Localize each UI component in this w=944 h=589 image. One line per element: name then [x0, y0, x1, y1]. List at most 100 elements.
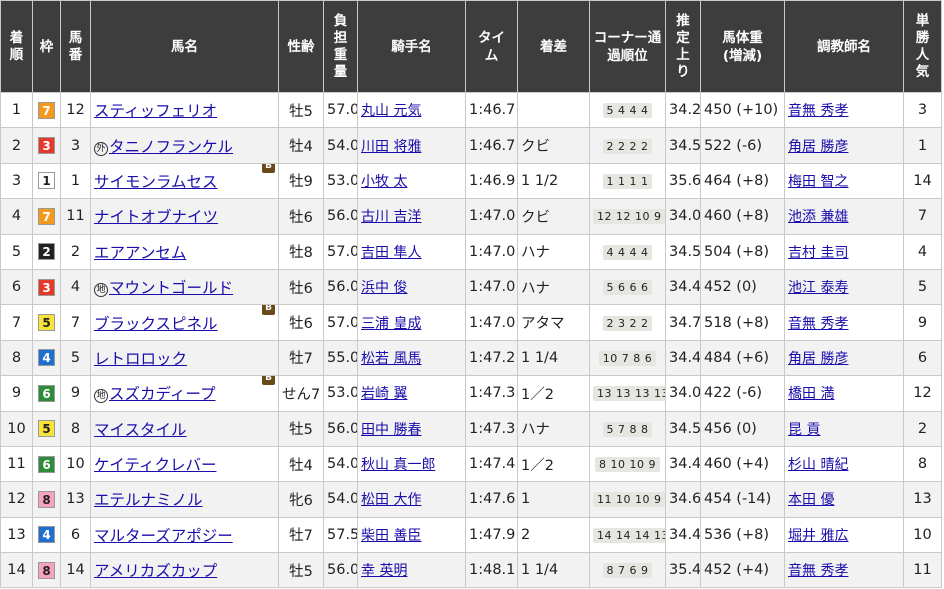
jockey-link[interactable]: 秋山 真一郎 [361, 457, 435, 473]
agari-cell: 34.6 [665, 481, 701, 518]
jockey-link[interactable]: 吉田 隼人 [361, 245, 421, 261]
popularity-cell: 12 [903, 375, 942, 412]
trainer-link[interactable]: 池江 泰寿 [788, 280, 848, 296]
jockey-link[interactable]: 松田 大作 [361, 492, 421, 508]
jockey-link[interactable]: 丸山 元気 [361, 103, 421, 119]
header-chakusa[interactable]: 着差 [517, 0, 590, 93]
jockey-link[interactable]: 浜中 俊 [361, 280, 407, 296]
horse-link[interactable]: エテルナミノル [94, 491, 203, 509]
header-waku[interactable]: 枠 [32, 0, 61, 93]
header-umaban[interactable]: 馬番 [60, 0, 91, 93]
margin-cell: 1 1/2 [517, 162, 590, 200]
umaban-cell: 14 [60, 552, 91, 589]
trainer-link[interactable]: 梅田 智之 [788, 174, 848, 190]
corner-badge: 5 6 6 6 [602, 280, 653, 296]
trainer-link[interactable]: 堀井 雅広 [788, 528, 848, 544]
horse-link[interactable]: ケイティクレバー [94, 456, 216, 474]
horse-link[interactable]: レトロロック [94, 350, 187, 368]
horse-link[interactable]: エアアンセム [94, 244, 186, 262]
corner-badge: 13 13 13 13 [593, 386, 665, 402]
agari-cell: 34.0 [665, 375, 701, 412]
header-time[interactable]: タイム [465, 0, 518, 93]
horse-link[interactable]: サイモンラムセス [94, 173, 218, 191]
time-cell: 1:47.6 [465, 481, 518, 518]
jockey-link[interactable]: 小牧 太 [361, 174, 407, 190]
header-ninki[interactable]: 単勝人気 [903, 0, 942, 93]
trainer-link[interactable]: 本田 優 [788, 492, 834, 508]
header-kishu[interactable]: 騎手名 [357, 0, 466, 93]
jockey-link[interactable]: 田中 勝春 [361, 422, 421, 438]
horse-link[interactable]: ナイトオブナイツ [94, 208, 218, 226]
trainer-cell: 音無 秀孝 [784, 304, 904, 341]
horse-link[interactable]: マウントゴールド [109, 279, 233, 297]
header-agari[interactable]: 推定上り [665, 0, 701, 93]
jockey-link[interactable]: 柴田 善臣 [361, 528, 421, 544]
umaban-cell: 9 [60, 375, 91, 412]
corner-cell: 2 3 2 2 [589, 304, 666, 341]
trainer-link[interactable]: 池添 兼雄 [788, 209, 848, 225]
popularity-cell: 11 [903, 552, 942, 589]
corner-badge: 4 4 4 4 [602, 244, 653, 260]
waku-badge: 8 [38, 490, 55, 508]
horse-cell: アメリカズカップ [90, 552, 279, 589]
body-weight-cell: 460 (+8) [700, 198, 785, 235]
weight-cell: 57.0 [323, 304, 358, 341]
jockey-cell: 松若 風馬 [357, 339, 466, 377]
header-bamei[interactable]: 馬名 [90, 0, 279, 93]
corner-badge: 1 1 1 1 [602, 173, 653, 189]
corner-badge: 14 14 14 13 [593, 527, 665, 543]
header-seirei[interactable]: 性齢 [278, 0, 324, 93]
waku-cell: 6 [32, 375, 61, 412]
header-corner[interactable]: コーナー通過順位 [589, 0, 666, 93]
popularity-cell: 13 [903, 481, 942, 518]
horse-link[interactable]: アメリカズカップ [94, 562, 217, 580]
result-rows: 1 7 12 スティッフェリオ 牡5 57.0 丸山 元気 1:46.7 5 4… [0, 91, 942, 589]
jockey-link[interactable]: 松若 風馬 [361, 351, 421, 367]
header-chakujun[interactable]: 着順 [0, 0, 33, 93]
umaban-cell: 12 [60, 91, 91, 129]
jockey-link[interactable]: 川田 将雅 [361, 139, 421, 155]
agari-cell: 34.4 [665, 445, 701, 483]
time-cell: 1:47.3 [465, 375, 518, 412]
weight-cell: 57.0 [323, 91, 358, 129]
body-weight-cell: 460 (+4) [700, 445, 785, 483]
body-weight-cell: 518 (+8) [700, 304, 785, 341]
horse-link[interactable]: スズカディープ [109, 385, 216, 403]
agari-cell: 35.6 [665, 162, 701, 200]
jockey-link[interactable]: 幸 英明 [361, 563, 407, 579]
trainer-link[interactable]: 音無 秀孝 [788, 563, 848, 579]
trainer-link[interactable]: 吉村 圭司 [788, 245, 848, 261]
jockey-link[interactable]: 古川 吉洋 [361, 209, 421, 225]
horse-link[interactable]: スティッフェリオ [94, 102, 217, 120]
jockey-link[interactable]: 岩崎 翼 [361, 386, 407, 402]
trainer-link[interactable]: 橋田 満 [788, 386, 834, 402]
horse-cell: スティッフェリオ [90, 91, 279, 129]
trainer-link[interactable]: 杉山 晴紀 [788, 457, 848, 473]
jockey-cell: 丸山 元気 [357, 91, 466, 129]
trainer-link[interactable]: 昆 貢 [788, 422, 820, 438]
waku-cell: 8 [32, 481, 61, 518]
horse-link[interactable]: マルターズアポジー [94, 527, 233, 545]
horse-cell: ナイトオブナイツ [90, 198, 279, 235]
sex-age-cell: 牡5 [278, 410, 324, 447]
time-cell: 1:47.0 [465, 268, 518, 306]
horse-link[interactable]: マイスタイル [94, 421, 187, 439]
horse-link[interactable]: ブラックスピネル [94, 315, 218, 333]
jockey-link[interactable]: 三浦 皇成 [361, 316, 421, 332]
waku-badge: 1 [38, 172, 55, 190]
time-cell: 1:47.0 [465, 198, 518, 235]
header-chokyoshi[interactable]: 調教師名 [784, 0, 904, 93]
header-futan[interactable]: 負担重量 [323, 0, 358, 93]
weight-cell: 54.0 [323, 445, 358, 483]
weight-cell: 54.0 [323, 481, 358, 518]
header-bataiju[interactable]: 馬体重(増減) [700, 0, 785, 93]
trainer-link[interactable]: 音無 秀孝 [788, 316, 848, 332]
trainer-link[interactable]: 音無 秀孝 [788, 103, 848, 119]
corner-badge: 5 7 8 8 [602, 421, 653, 437]
trainer-link[interactable]: 角居 勝彦 [788, 351, 848, 367]
trainer-link[interactable]: 角居 勝彦 [788, 139, 848, 155]
horse-link[interactable]: タニノフランケル [109, 138, 233, 156]
corner-badge: 5 4 4 4 [602, 103, 653, 119]
corner-badge: 2 2 2 2 [602, 138, 653, 154]
rank-cell: 9 [0, 375, 33, 412]
